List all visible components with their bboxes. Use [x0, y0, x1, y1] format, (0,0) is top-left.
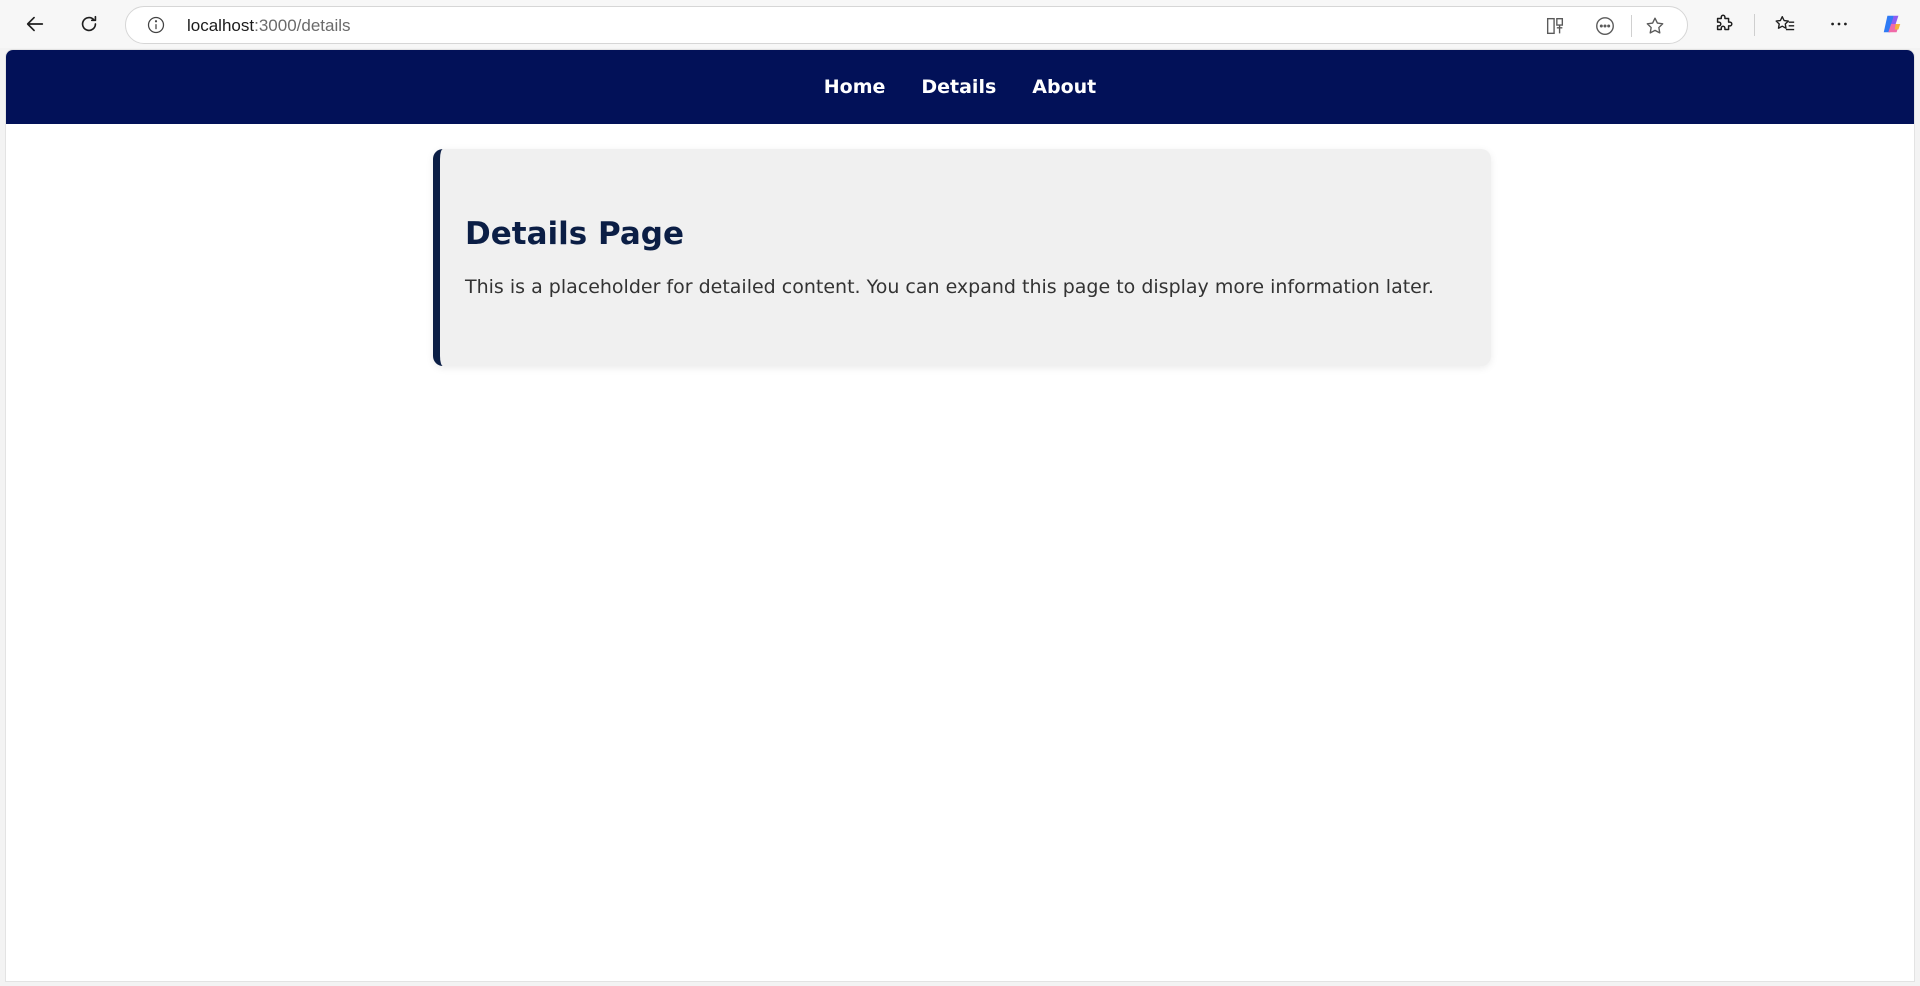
- refresh-icon: [81, 15, 97, 32]
- reading-mode-icon[interactable]: [1594, 15, 1616, 37]
- more-button[interactable]: [1821, 6, 1857, 42]
- page-viewport: Home Details About Details Page This is …: [5, 49, 1915, 982]
- favorites-list-icon: [1775, 15, 1795, 31]
- page-description: This is a placeholder for detailed conte…: [465, 276, 1434, 298]
- refresh-button[interactable]: [71, 6, 107, 42]
- copilot-button[interactable]: [1874, 6, 1910, 42]
- address-divider: [1631, 15, 1632, 37]
- favorites-button[interactable]: [1767, 6, 1803, 42]
- more-icon: [1831, 22, 1847, 26]
- top-navbar: Home Details About: [6, 50, 1914, 124]
- nav-link-about[interactable]: About: [1032, 76, 1096, 98]
- nav-link-details[interactable]: Details: [921, 76, 996, 98]
- url-text[interactable]: localhost:3000/details: [187, 16, 351, 36]
- info-icon[interactable]: [146, 15, 166, 35]
- url-host: localhost: [187, 16, 255, 35]
- extensions-button[interactable]: [1706, 6, 1742, 42]
- address-bar[interactable]: localhost:3000/details: [125, 6, 1688, 44]
- nav-link-home[interactable]: Home: [824, 76, 886, 98]
- star-icon[interactable]: [1644, 15, 1666, 37]
- details-card: Details Page This is a placeholder for d…: [433, 149, 1491, 366]
- split-screen-icon[interactable]: [1544, 15, 1566, 37]
- copilot-icon: [1883, 15, 1901, 33]
- url-path: :3000/details: [254, 16, 351, 35]
- back-button[interactable]: [17, 6, 53, 42]
- puzzle-icon: [1716, 14, 1733, 31]
- toolbar-divider: [1754, 14, 1755, 36]
- page-title: Details Page: [465, 216, 685, 252]
- arrow-left-icon: [26, 16, 44, 32]
- browser-toolbar: localhost:3000/details: [0, 0, 1920, 48]
